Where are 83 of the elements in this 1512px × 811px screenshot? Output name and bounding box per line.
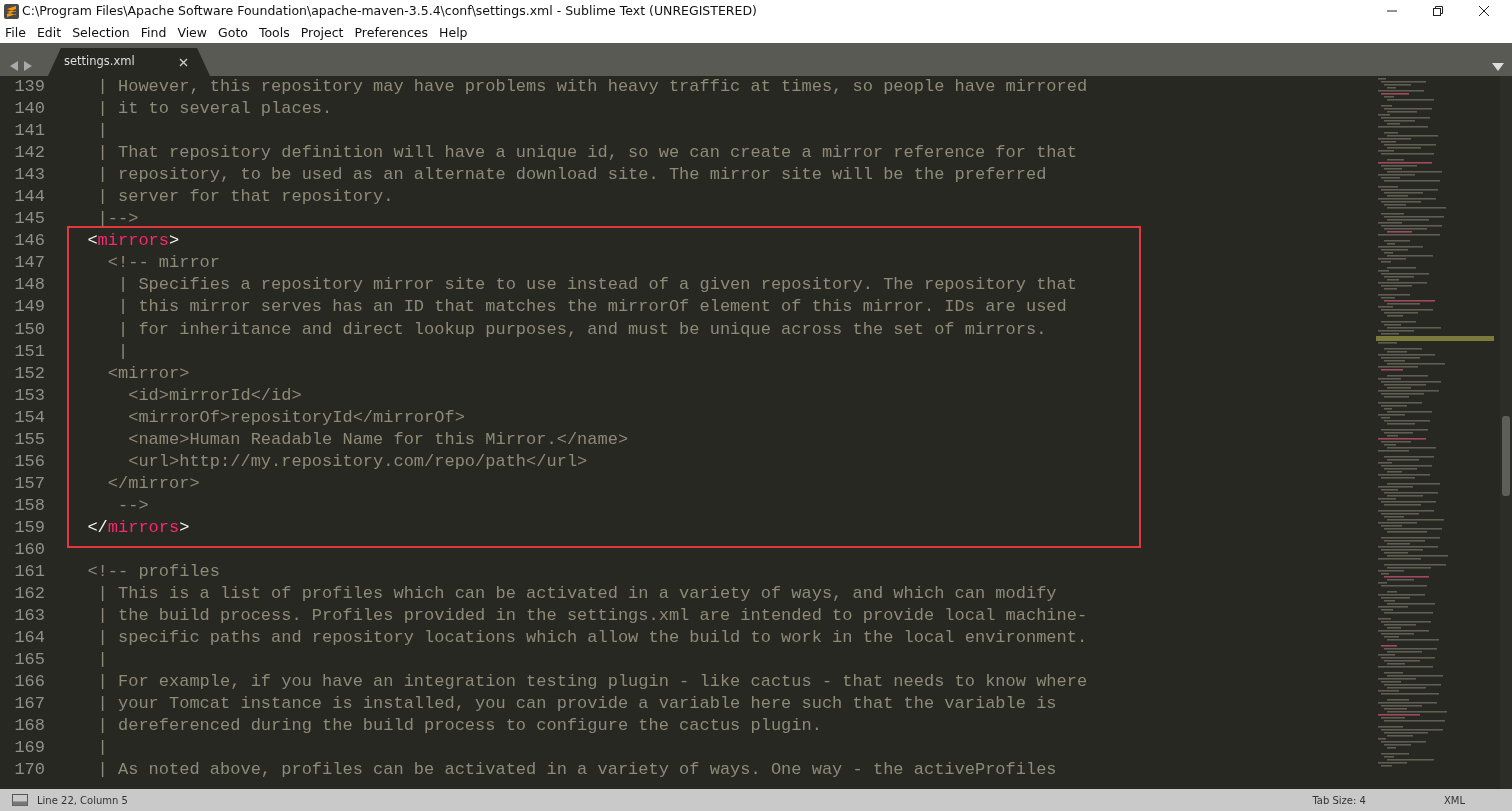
menu-item[interactable]: Preferences bbox=[349, 22, 435, 43]
code-line: |--> bbox=[96, 208, 139, 231]
code-line: <!-- profiles bbox=[86, 561, 221, 584]
code-line: | dereferenced during the build process to configure the cactus plugin. bbox=[96, 715, 822, 738]
line-number: 164 bbox=[14, 628, 45, 648]
menu-item[interactable]: File bbox=[0, 22, 32, 43]
code-line: | bbox=[96, 120, 108, 143]
line-number: 140 bbox=[14, 99, 45, 119]
line-number: 149 bbox=[14, 297, 45, 317]
code-line: | the build process. Profiles provided in the settings.xml are intended to provide local machine- bbox=[96, 605, 1088, 628]
line-number: 159 bbox=[14, 517, 45, 537]
panel-icon[interactable] bbox=[12, 794, 28, 806]
tab-size[interactable]: Tab Size: 4 bbox=[1312, 792, 1366, 808]
code-line: | this mirror serves has an ID that matches the mirrorOf element of this mirror. IDs are used bbox=[117, 296, 1067, 319]
code-line: <mirrorOf>repositoryId</mirrorOf> bbox=[127, 406, 465, 429]
line-number: 157 bbox=[14, 473, 45, 493]
code-line: | your Tomcat instance is installed, you can provide a variable here such that the variable is bbox=[96, 693, 1057, 716]
line-number: 146 bbox=[14, 231, 45, 251]
close-icon[interactable] bbox=[1478, 5, 1490, 17]
code-line: </mirrors> bbox=[86, 516, 190, 539]
line-number: 152 bbox=[14, 363, 45, 383]
syntax-name[interactable]: XML bbox=[1443, 792, 1465, 808]
line-number: 166 bbox=[14, 672, 45, 692]
code-line: <name>Human Readable Name for this Mirror.</name> bbox=[127, 428, 629, 451]
code-line: <id>mirrorId</id> bbox=[127, 384, 302, 407]
line-number: 162 bbox=[14, 584, 45, 604]
line-number: 163 bbox=[14, 606, 45, 626]
line-number: 167 bbox=[14, 694, 45, 714]
line-number: 144 bbox=[14, 187, 45, 207]
line-number: 154 bbox=[14, 407, 45, 427]
code-line: | for inheritance and direct lookup purposes, and must be unique across the set of mirrors. bbox=[117, 318, 1047, 341]
menu-item[interactable]: Goto bbox=[213, 22, 254, 43]
line-number: 165 bbox=[14, 650, 45, 670]
line-number: 168 bbox=[14, 716, 45, 736]
line-number: 145 bbox=[14, 209, 45, 229]
line-number: 161 bbox=[14, 562, 45, 582]
code-line: | bbox=[117, 340, 129, 363]
line-number: 143 bbox=[14, 165, 45, 185]
code-line: </mirror> bbox=[106, 472, 200, 495]
cursor-position: Line 22, Column 5 bbox=[37, 793, 128, 808]
line-number: 141 bbox=[14, 121, 45, 141]
menu-item[interactable]: Find bbox=[135, 22, 173, 43]
line-number: 160 bbox=[14, 540, 45, 559]
line-number: 142 bbox=[14, 143, 45, 163]
code-line: | However, this repository may have problems with heavy traffic at times, so people have mirrored bbox=[96, 76, 1088, 98]
line-number: 148 bbox=[14, 275, 45, 295]
code-line: | repository, to be used as an alternate download site. The mirror site will be the preferred bbox=[96, 164, 1047, 187]
code-line: | it to several places. bbox=[96, 98, 333, 121]
app-icon bbox=[4, 3, 19, 19]
file-tab[interactable]: settings.xml bbox=[48, 48, 210, 76]
menu-item[interactable]: Help bbox=[434, 22, 474, 43]
line-number: 155 bbox=[14, 429, 45, 449]
code-line: <mirrors> bbox=[86, 230, 180, 253]
code-line: | Specifies a repository mirror site to use instead of a given repository. The repository that bbox=[117, 274, 1077, 297]
line-number: 156 bbox=[14, 451, 45, 471]
code-line: | specific paths and repository locations which allow the build to work in the local environment. bbox=[96, 627, 1088, 650]
code-line: | As noted above, profiles can be activated in a variety of ways. One way - the activeProfiles bbox=[96, 759, 1057, 782]
scrollbar-thumb[interactable] bbox=[1502, 416, 1510, 496]
code-line: <url>http://my.repository.com/repo/path</url> bbox=[127, 450, 588, 473]
line-number: 139 bbox=[14, 77, 45, 96]
line-number: 169 bbox=[14, 738, 45, 758]
line-number: 151 bbox=[14, 341, 45, 361]
window-title: C:\Program Files\Apache Software Foundation\apache-maven-3.5.4\conf\settings.xml - Sublime Text (UNREGISTERED) bbox=[22, 1, 757, 20]
restore-icon[interactable] bbox=[1432, 5, 1444, 17]
menu-item[interactable]: Project bbox=[295, 22, 350, 43]
menu-item[interactable]: Edit bbox=[31, 22, 68, 43]
code-line: --> bbox=[117, 494, 149, 517]
code-line: | For example, if you have an integration testing plugin - like cactus - that needs to know where bbox=[96, 671, 1088, 694]
code-line: | bbox=[96, 737, 108, 760]
line-number: 153 bbox=[14, 385, 45, 405]
line-number: 170 bbox=[14, 760, 45, 780]
code-line: | bbox=[96, 649, 108, 672]
code-line: <!-- mirror bbox=[106, 252, 221, 275]
line-number: 147 bbox=[14, 253, 45, 273]
code-line: | That repository definition will have a unique id, so we can create a mirror reference for that bbox=[96, 142, 1077, 165]
code-line: | This is a list of profiles which can be activated in a variety of ways, and which can modify bbox=[96, 583, 1057, 606]
code-line: | server for that repository. bbox=[96, 186, 394, 209]
menu-item[interactable]: Selection bbox=[67, 22, 136, 43]
code-line: <mirror> bbox=[106, 362, 190, 385]
line-number: 150 bbox=[14, 319, 45, 339]
line-number: 158 bbox=[14, 495, 45, 515]
menu-item[interactable]: Tools bbox=[253, 22, 296, 43]
menu-item[interactable]: View bbox=[172, 22, 214, 43]
